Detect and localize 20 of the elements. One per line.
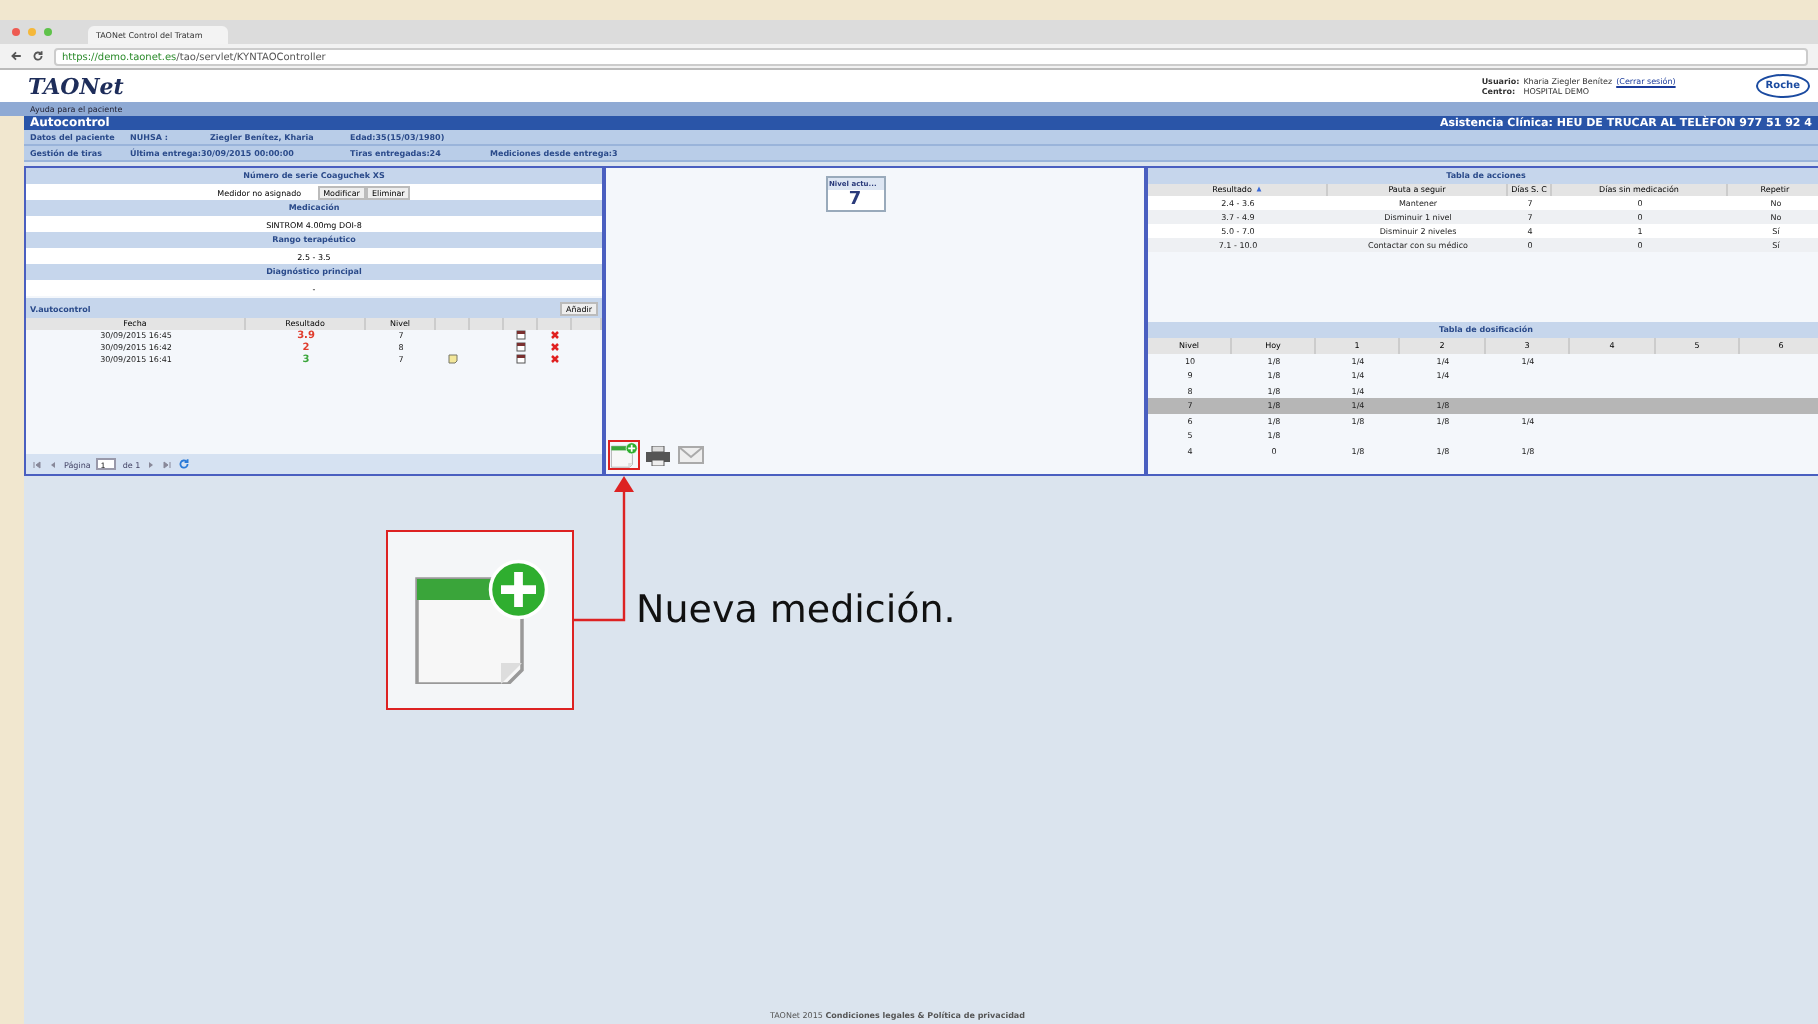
logo: TAONet	[28, 73, 124, 99]
calendar-plus-icon	[410, 557, 550, 683]
first-page-icon[interactable]	[32, 459, 42, 469]
delete-icon[interactable]	[550, 330, 560, 340]
new-measurement-button[interactable]	[608, 440, 640, 470]
refresh-icon[interactable]	[178, 458, 191, 470]
delete-icon[interactable]	[550, 354, 560, 364]
level-value: 7	[846, 190, 864, 210]
delete-icon[interactable]	[550, 342, 560, 352]
previous-page-icon[interactable]	[48, 459, 58, 469]
reload-icon[interactable]	[32, 50, 44, 62]
envelope-icon	[678, 446, 704, 465]
note-icon[interactable]	[448, 354, 458, 364]
last-page-icon[interactable]	[162, 459, 173, 469]
callout-text: Nueva medición.	[636, 588, 956, 632]
calendar-plus-icon	[610, 442, 638, 468]
next-page-icon[interactable]	[146, 459, 157, 469]
printer-icon	[646, 445, 670, 466]
print-button[interactable]	[644, 443, 672, 468]
back-icon[interactable]	[10, 50, 22, 62]
